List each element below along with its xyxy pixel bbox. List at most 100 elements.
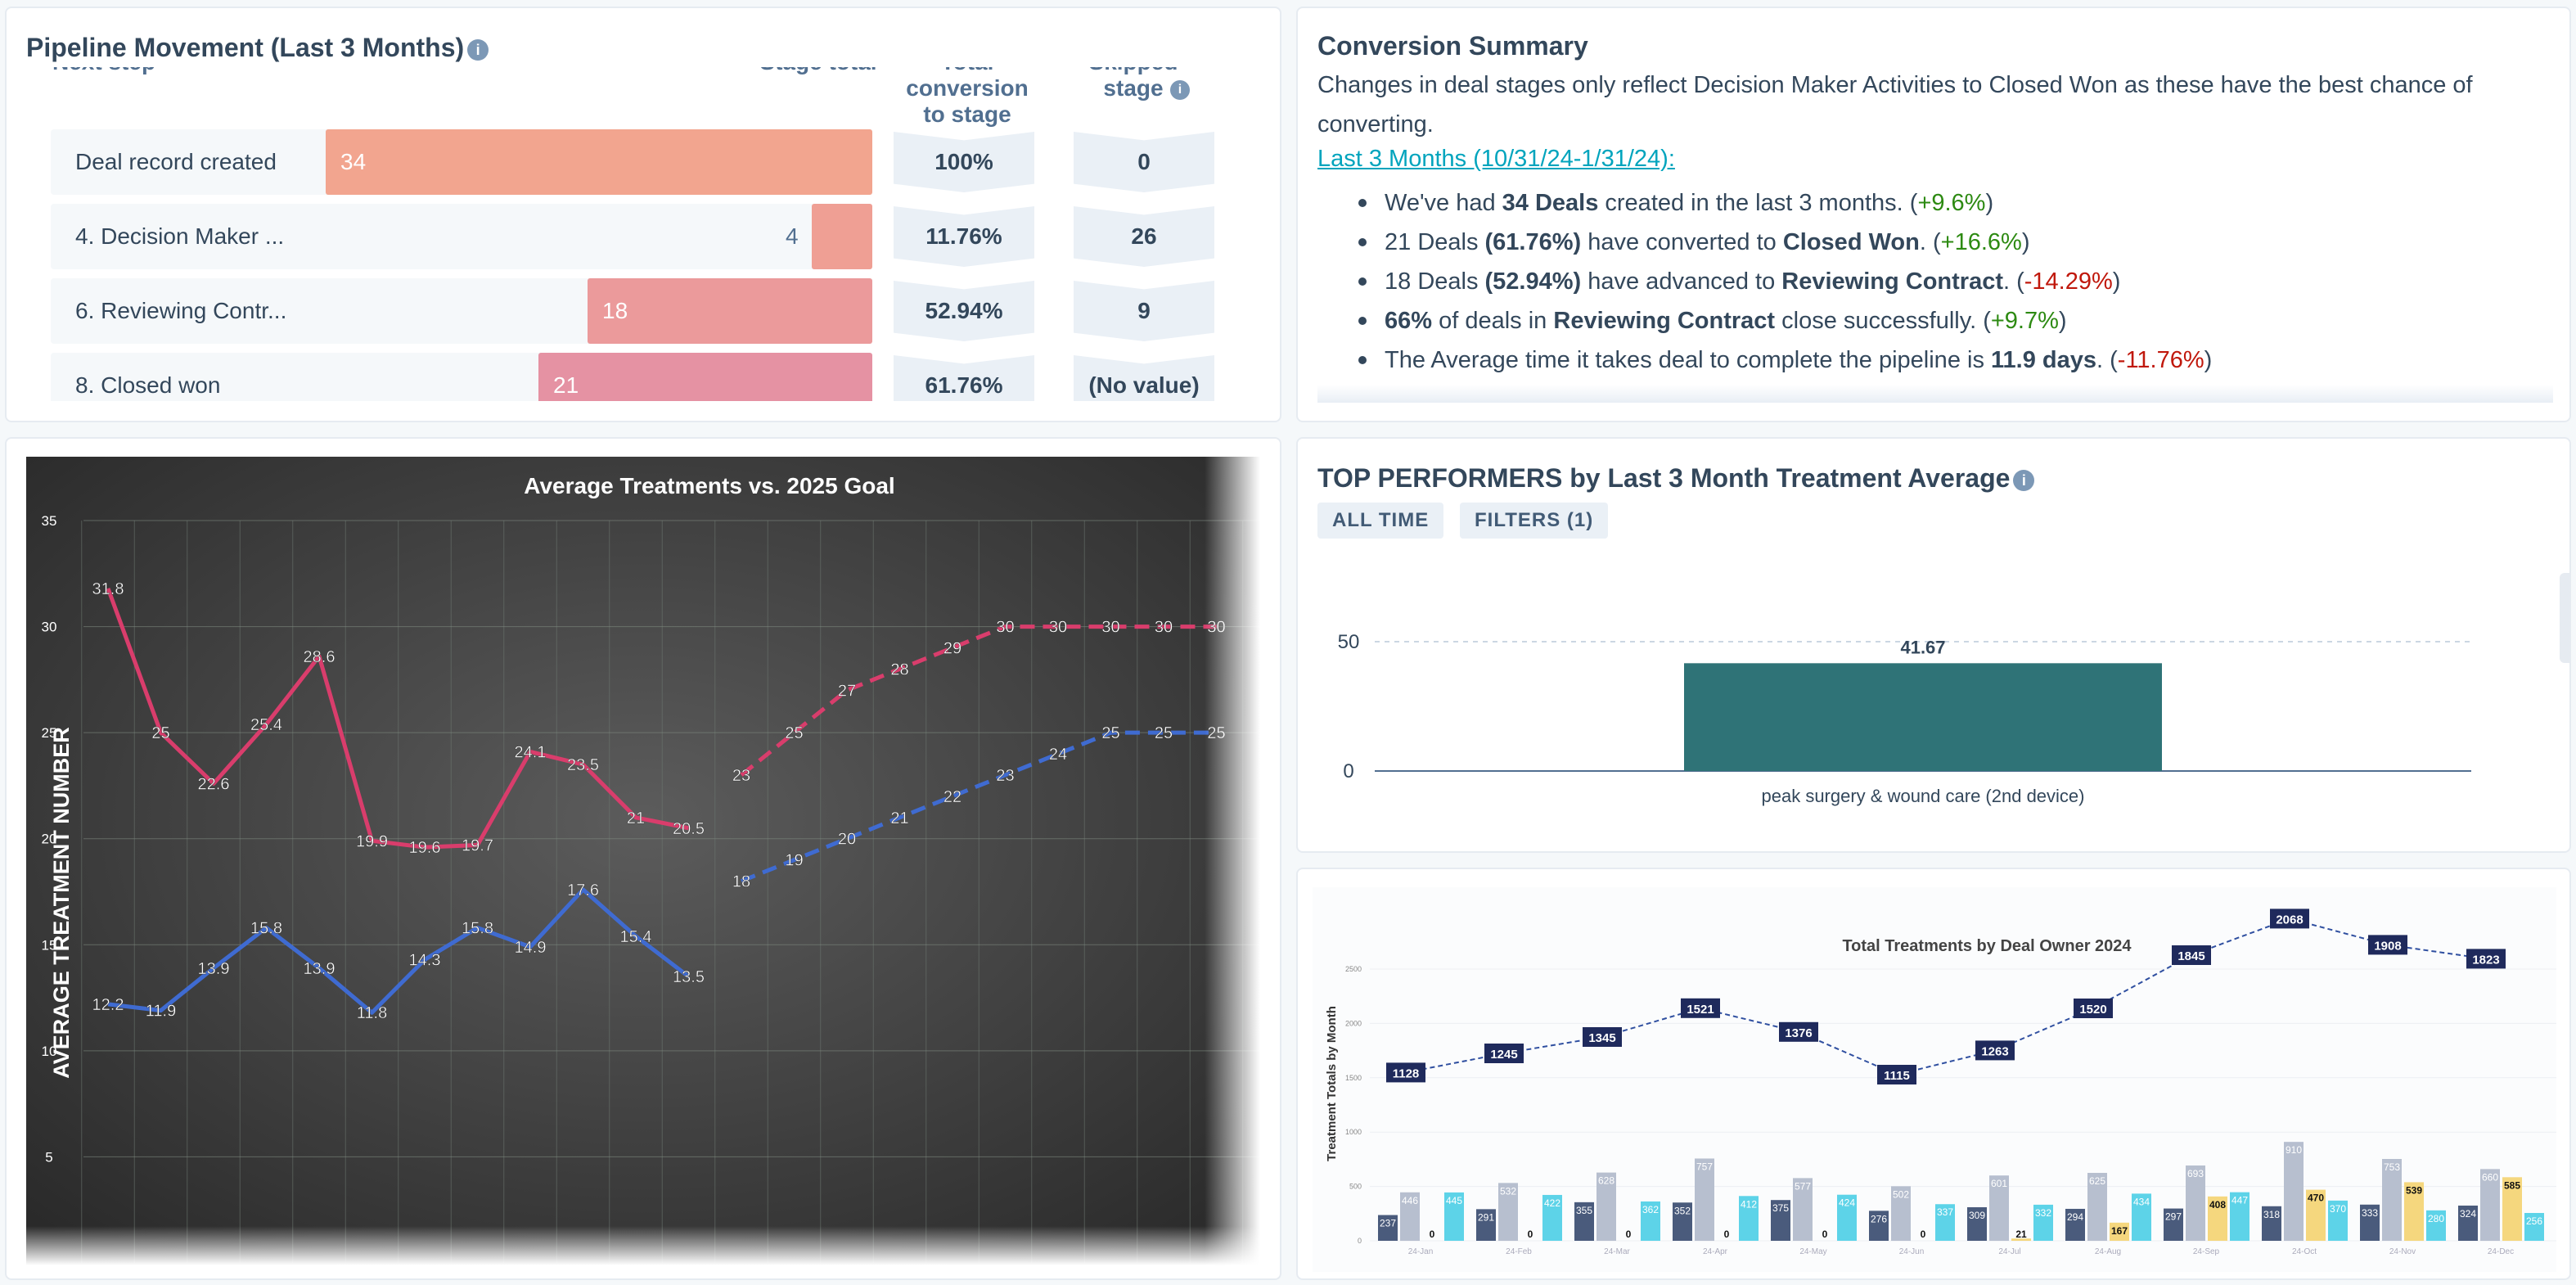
chip-all-time[interactable]: ALL TIME [1317, 503, 1444, 539]
total-label: 1823 [2472, 953, 2499, 967]
summary-period-link[interactable]: Last 3 Months (10/31/24-1/31/24): [1317, 146, 1675, 173]
data-label: 15.4 [620, 928, 652, 946]
stage-bar: 34 [326, 129, 872, 195]
x-category-label: 24-Dec [2488, 1247, 2514, 1256]
summary-title: Conversion Summary [1317, 31, 1588, 61]
bar-value-label: 337 [1937, 1206, 1953, 1218]
summary-intro: Changes in deal stages only reflect Deci… [1317, 72, 2473, 138]
bar-value-label: 660 [2482, 1171, 2498, 1183]
total-label: 1520 [2079, 1003, 2106, 1017]
bar[interactable] [1684, 663, 2162, 771]
data-label: 25.4 [250, 716, 282, 734]
total-label: 1115 [1884, 1069, 1910, 1083]
bar-value-label: 532 [1500, 1185, 1516, 1197]
data-label: 15.8 [250, 920, 282, 938]
chart-title: Total Treatments by Deal Owner 2024 [1842, 937, 2132, 955]
x-category-label: 24-Jul [1998, 1247, 2020, 1256]
bar-value-label: 412 [1741, 1198, 1757, 1210]
chart-background [26, 457, 1260, 1265]
bar-value-label: 447 [2231, 1195, 2248, 1206]
info-icon[interactable]: i [2013, 469, 2035, 491]
bar-value-label: 333 [2362, 1207, 2378, 1219]
data-label: 28.6 [304, 648, 336, 666]
bar-value-label: 276 [1871, 1213, 1887, 1224]
header-next-step[interactable]: Next step [52, 67, 216, 75]
bar-value-label: 294 [2067, 1211, 2083, 1223]
info-icon[interactable]: i [467, 38, 489, 61]
bar-value-label: 601 [1991, 1178, 2007, 1189]
stage-value: 34 [340, 149, 367, 174]
summary-fade [1317, 385, 2553, 403]
data-label: 21 [627, 809, 645, 827]
total-label: 1128 [1393, 1066, 1420, 1080]
pipeline-title-text: Pipeline Movement (Last 3 Months) [26, 33, 465, 62]
x-category-label: 24-May [1799, 1247, 1826, 1256]
bar-value-label: 362 [1642, 1204, 1659, 1215]
data-label: 13.9 [304, 960, 336, 978]
pipeline-row-closed-won[interactable]: 8. Closed won 21 [51, 353, 872, 401]
data-label: 19 [785, 852, 803, 870]
pipeline-rows-clip: Deal record created 34 100% 0 4. Decisio… [0, 123, 1277, 401]
header-conversion[interactable]: Total conversion to stage [894, 67, 1041, 128]
data-label: 31.8 [92, 580, 124, 598]
y-tick-label: 1500 [1345, 1074, 1362, 1082]
bar[interactable] [2284, 1142, 2304, 1241]
stage-bar [812, 204, 872, 269]
data-label: 25 [151, 724, 169, 742]
bar-value-label: 309 [1969, 1210, 1985, 1221]
data-label: 29 [943, 639, 961, 657]
data-label: 19.7 [462, 836, 493, 854]
bar-value-label: 470 [2308, 1193, 2324, 1204]
x-category-label: peak surgery & wound care (2nd device) [1762, 786, 2085, 806]
pipeline-row-decision-maker[interactable]: 4. Decision Maker ... 4 [51, 204, 872, 269]
data-label: 11.9 [146, 1003, 176, 1021]
bar-value-label: 539 [2406, 1184, 2422, 1196]
bar-value-label: 318 [2263, 1209, 2280, 1220]
data-label: 21 [890, 809, 908, 827]
header-stage-total[interactable]: Stage total [736, 67, 900, 75]
data-label: 23 [732, 767, 750, 785]
bar-value-label: 910 [2286, 1144, 2302, 1156]
pipeline-row-created[interactable]: Deal record created 34 [51, 129, 872, 195]
bar-value-label: 167 [2111, 1225, 2128, 1237]
bar-value-label: 21 [2015, 1229, 2027, 1240]
x-category-label: 24-Oct [2292, 1247, 2317, 1256]
conversion-tag: 61.76% [894, 355, 1034, 401]
pipeline-row-reviewing-contract[interactable]: 6. Reviewing Contr... 18 [51, 278, 872, 344]
stage-bar: 18 [588, 278, 872, 344]
x-category-label: 24-Feb [1506, 1247, 1532, 1256]
chip-filters[interactable]: FILTERS (1) [1460, 503, 1609, 539]
x-category-label: 24-Nov [2389, 1247, 2416, 1256]
data-label: 13.5 [673, 968, 705, 986]
x-category-label: 24-Aug [2095, 1247, 2121, 1256]
bar-value-label: 625 [2089, 1175, 2105, 1187]
skipped-info-icon[interactable]: i [1170, 80, 1190, 100]
chart-edge-fade [1205, 457, 1260, 1265]
chart-ylabel: AVERAGE TREATMENT NUMBER [49, 727, 74, 1079]
bar-value-label: 445 [1446, 1195, 1462, 1206]
skipped-tag: 9 [1074, 281, 1214, 341]
row-label: 6. Reviewing Contr... [75, 298, 287, 323]
data-label: 27 [838, 682, 856, 700]
summary-item-closed-won: 21 Deals (61.76%) have converted to Clos… [1358, 223, 2212, 262]
bar-value-label: 577 [1795, 1180, 1811, 1192]
data-label: 19.9 [356, 832, 388, 850]
chart-bottom-fade [26, 1226, 1260, 1265]
total-label: 1245 [1490, 1048, 1517, 1062]
total-label: 1345 [1588, 1031, 1615, 1045]
skipped-tag: (No value) [1074, 355, 1214, 401]
total-label: 2068 [2276, 913, 2303, 927]
scroll-handle[interactable] [2560, 573, 2571, 663]
data-label: 13.9 [198, 960, 230, 978]
total-label: 1376 [1785, 1026, 1812, 1040]
data-label: 15.8 [462, 920, 493, 938]
chart-title: Average Treatments vs. 2025 Goal [524, 473, 894, 498]
data-label: 30 [1101, 619, 1119, 637]
skipped-tag: 26 [1074, 206, 1214, 267]
bar-value-label: 434 [2133, 1196, 2150, 1207]
bar-value-label: 237 [1380, 1218, 1396, 1229]
row-label: 8. Closed won [75, 372, 221, 398]
top-performers-chart: 0 50 41.67 peak surgery & wound care (2nd d… [1338, 631, 2471, 806]
summary-item-avg-time: The Average time it takes deal to comple… [1358, 340, 2212, 380]
data-label: 23.5 [567, 756, 599, 774]
